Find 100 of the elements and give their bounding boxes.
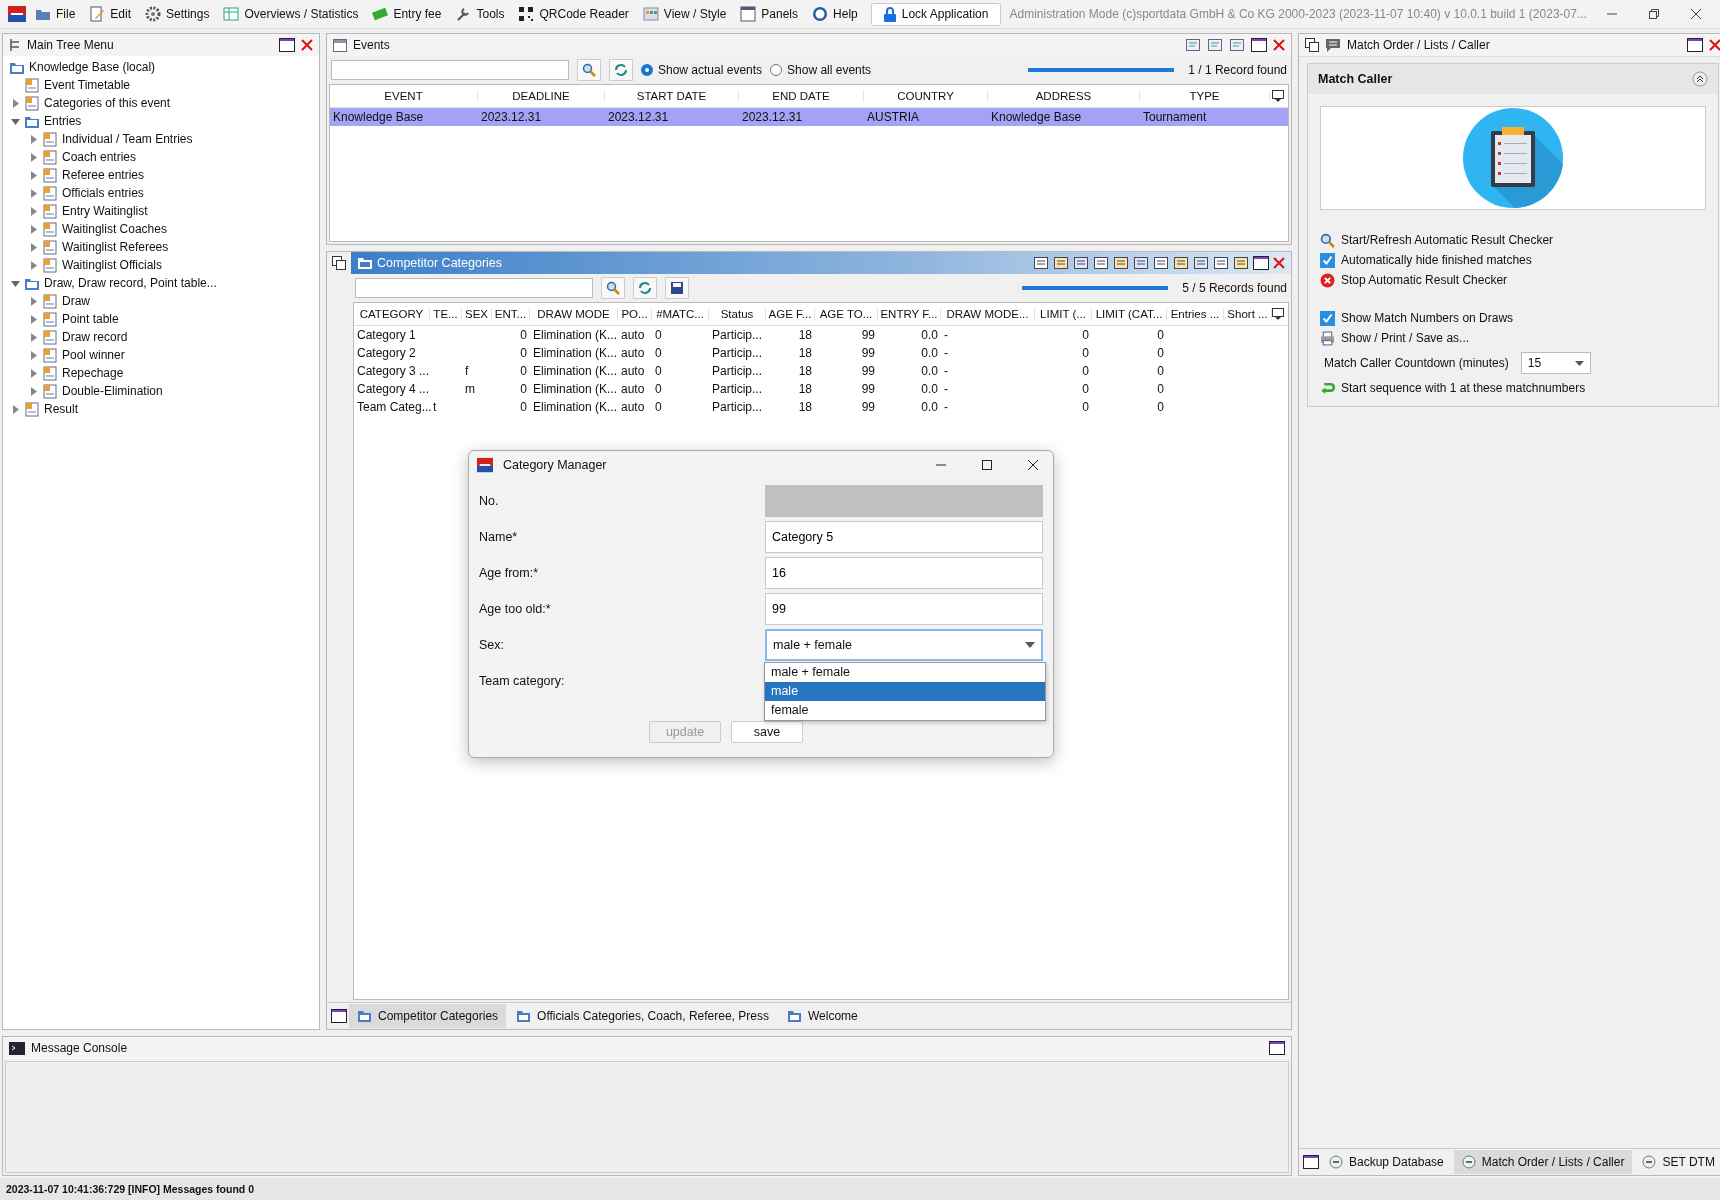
- save-button[interactable]: [665, 277, 689, 299]
- column-header[interactable]: SEX: [462, 308, 492, 320]
- search-button[interactable]: [577, 59, 601, 81]
- expand-arrow-icon[interactable]: [29, 260, 38, 270]
- menu-item[interactable]: File: [30, 4, 81, 24]
- toolbar-icon[interactable]: [1133, 255, 1149, 271]
- menu-item[interactable]: Settings: [140, 4, 215, 24]
- search-field[interactable]: [355, 278, 593, 298]
- expand-arrow-icon[interactable]: [29, 206, 38, 216]
- sex-dropdown[interactable]: male + female: [765, 629, 1043, 661]
- toolbar-icon[interactable]: [1207, 37, 1223, 53]
- tree-item[interactable]: Waitinglist Officials: [62, 258, 163, 272]
- column-chooser-icon[interactable]: [1272, 308, 1284, 320]
- windows-icon[interactable]: [1305, 38, 1319, 52]
- tree-item[interactable]: Individual / Team Entries: [62, 132, 193, 146]
- maximize-button[interactable]: [279, 38, 295, 52]
- column-header[interactable]: Entries ...: [1167, 308, 1224, 320]
- restore-button[interactable]: [1648, 8, 1660, 20]
- column-header[interactable]: ENTRY F...: [878, 308, 941, 320]
- menu-item[interactable]: View / Style: [637, 4, 732, 24]
- toolbar-icon[interactable]: [1185, 37, 1201, 53]
- column-header[interactable]: AGE F...: [766, 308, 815, 320]
- radio-button[interactable]: Show all events: [770, 63, 872, 77]
- dropdown-option[interactable]: female: [765, 701, 1045, 720]
- expand-arrow-icon[interactable]: [29, 314, 38, 324]
- collapse-button[interactable]: [1691, 71, 1708, 87]
- menu-item[interactable]: Entry fee: [367, 4, 447, 24]
- column-header[interactable]: PO...: [618, 308, 652, 320]
- windows-icon[interactable]: [332, 256, 346, 270]
- toolbar-icon[interactable]: [1153, 255, 1169, 271]
- toolbar-icon[interactable]: [1073, 255, 1089, 271]
- search-field[interactable]: [331, 60, 569, 80]
- menu-item[interactable]: Tools: [450, 4, 510, 24]
- toolbar-icon[interactable]: [1033, 255, 1049, 271]
- column-header[interactable]: ENT...: [492, 308, 530, 320]
- tree-item[interactable]: Pool winner: [62, 348, 125, 362]
- close-button[interactable]: [1027, 459, 1039, 471]
- column-header[interactable]: EVENT: [330, 90, 478, 102]
- tree-item[interactable]: Result: [44, 402, 78, 416]
- input-field[interactable]: 99: [765, 593, 1043, 625]
- column-header[interactable]: LIMIT (CAT...: [1092, 308, 1167, 320]
- action-link[interactable]: Start/Refresh Automatic Result Checker: [1341, 233, 1554, 247]
- toolbar-icon[interactable]: [1213, 255, 1229, 271]
- column-header[interactable]: LIMIT (...: [1035, 308, 1092, 320]
- column-header[interactable]: ADDRESS: [988, 90, 1140, 102]
- checkbox[interactable]: [1320, 310, 1335, 326]
- toolbar-icon[interactable]: [1229, 37, 1245, 53]
- tree-item[interactable]: Draw: [62, 294, 90, 308]
- search-button[interactable]: [601, 277, 625, 299]
- maximize-button[interactable]: [1269, 1041, 1285, 1055]
- refresh-button[interactable]: [609, 59, 633, 81]
- expand-arrow-icon[interactable]: [29, 350, 38, 360]
- column-header[interactable]: DEADLINE: [478, 90, 605, 102]
- tree-item[interactable]: Point table: [62, 312, 119, 326]
- maximize-button[interactable]: [331, 1009, 347, 1023]
- tree-item[interactable]: Knowledge Base (local): [29, 60, 156, 74]
- column-header[interactable]: DRAW MODE: [530, 308, 618, 320]
- expand-arrow-icon[interactable]: [29, 224, 38, 234]
- action-link[interactable]: Stop Automatic Result Checker: [1341, 273, 1508, 287]
- tree-item[interactable]: Coach entries: [62, 150, 137, 164]
- expand-arrow-icon[interactable]: [29, 332, 38, 342]
- checkbox-label[interactable]: Automatically hide finished matches: [1341, 253, 1532, 267]
- menu-item[interactable]: Panels: [735, 4, 804, 24]
- toolbar-icon[interactable]: [1193, 255, 1209, 271]
- tree-item[interactable]: Double-Elimination: [62, 384, 163, 398]
- tree-item[interactable]: Waitinglist Coaches: [62, 222, 167, 236]
- column-header[interactable]: Status: [709, 308, 766, 320]
- input-field[interactable]: 16: [765, 557, 1043, 589]
- tree-item[interactable]: Waitinglist Referees: [62, 240, 169, 254]
- action-link[interactable]: Start sequence with 1 at these matchnumbers: [1341, 381, 1586, 395]
- close-button[interactable]: [1690, 8, 1702, 20]
- expand-arrow-icon[interactable]: [11, 404, 20, 414]
- dropdown-option[interactable]: male: [765, 682, 1045, 701]
- column-header[interactable]: CATEGORY: [354, 308, 430, 320]
- expand-arrow-icon[interactable]: [29, 242, 38, 252]
- maximize-button[interactable]: [1253, 256, 1269, 270]
- tree-item[interactable]: Draw, Draw record, Point table...: [44, 276, 217, 290]
- toolbar-icon[interactable]: [1173, 255, 1189, 271]
- tree-item[interactable]: Event Timetable: [44, 78, 131, 92]
- dropdown-option[interactable]: male + female: [765, 663, 1045, 682]
- menu-item[interactable]: Overviews / Statistics: [218, 4, 364, 24]
- tree-item[interactable]: Officials entries: [62, 186, 144, 200]
- expand-arrow-icon[interactable]: [29, 296, 38, 306]
- column-header[interactable]: TYPE: [1140, 90, 1270, 102]
- toolbar-icon[interactable]: [1233, 255, 1249, 271]
- menu-item[interactable]: Edit: [84, 4, 137, 24]
- column-header[interactable]: AGE TO...: [815, 308, 878, 320]
- toolbar-icon[interactable]: [1053, 255, 1069, 271]
- dialog-button[interactable]: save: [731, 721, 803, 743]
- tree-item[interactable]: Categories of this event: [44, 96, 171, 110]
- tab[interactable]: Welcome: [778, 1004, 866, 1028]
- collapse-arrow-icon[interactable]: [11, 278, 20, 288]
- tree-item[interactable]: Referee entries: [62, 168, 145, 182]
- column-header[interactable]: COUNTRY: [864, 90, 988, 102]
- maximize-button[interactable]: [1686, 38, 1703, 52]
- tab[interactable]: Competitor Categories: [349, 1004, 507, 1028]
- expand-arrow-icon[interactable]: [29, 170, 38, 180]
- column-header[interactable]: END DATE: [739, 90, 864, 102]
- tab[interactable]: SET DTM: [1634, 1150, 1720, 1174]
- tree-item[interactable]: Entry Waitinglist: [62, 204, 148, 218]
